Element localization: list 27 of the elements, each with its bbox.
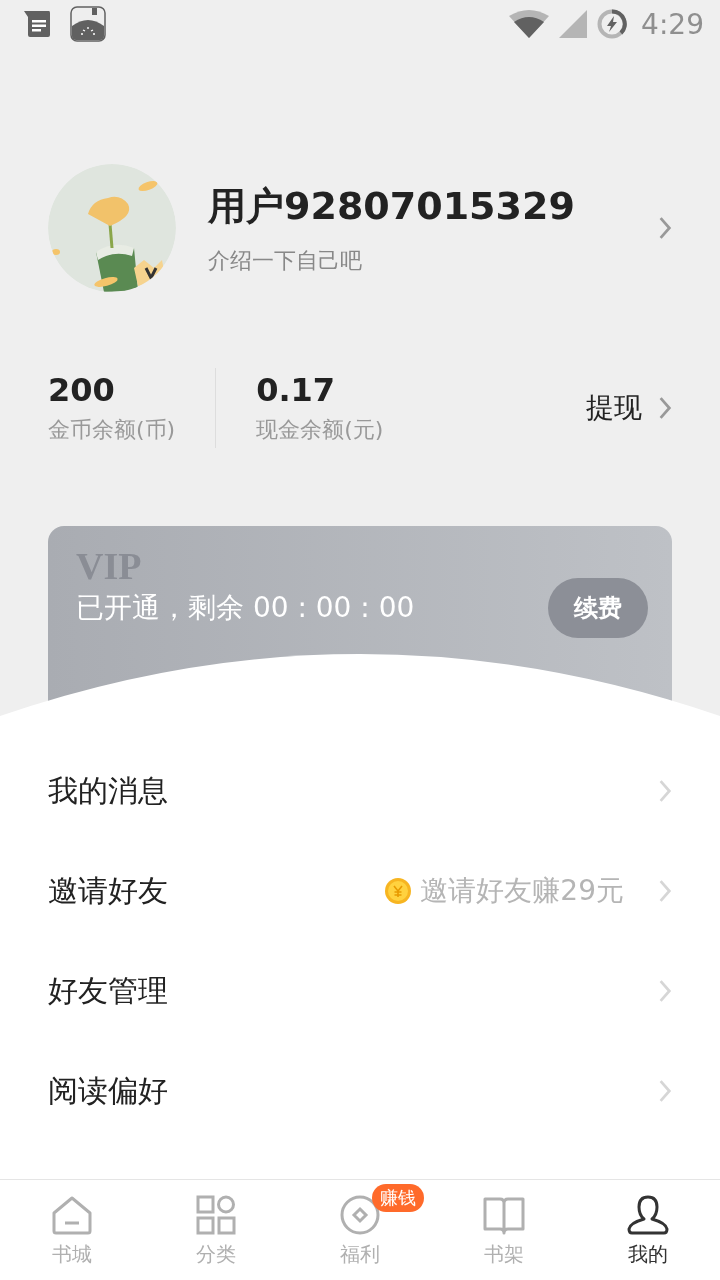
menu-item[interactable]: 阅读偏好	[0, 1041, 720, 1141]
chevron-right-icon	[658, 1079, 672, 1103]
coin-icon	[384, 877, 413, 905]
balance-value: 0.17	[256, 371, 337, 409]
signal-icon	[559, 10, 588, 38]
bio-text: 介绍一下自己吧	[208, 246, 363, 275]
message-icon	[22, 9, 52, 39]
withdraw-link[interactable]: 提现	[586, 389, 642, 427]
chevron-right-icon	[658, 879, 672, 903]
chevron-right-icon	[658, 979, 672, 1003]
clock-time: 4:29	[641, 7, 704, 41]
chevron-right-icon[interactable]	[658, 396, 672, 420]
earn-badge: 赚钱	[372, 1184, 424, 1212]
menu-item[interactable]: 邀请好友 邀请好友赚29元	[0, 841, 720, 941]
chevron-right-icon[interactable]	[658, 216, 672, 240]
balance-label: 现金余额(元)	[256, 416, 384, 444]
chevron-right-icon	[658, 779, 672, 803]
vip-status: 已开通，剩余 00 : 00 : 00	[76, 590, 415, 626]
menu-item[interactable]: 好友管理	[0, 941, 720, 1041]
balance-label: 金币余额(币)	[48, 416, 176, 444]
menu-item[interactable]: 我的消息	[0, 741, 720, 841]
battery-charging-icon	[597, 9, 628, 39]
balance-value: 200	[48, 371, 116, 409]
username: 用户92807015329	[208, 182, 576, 230]
nav-tab[interactable]: 我的	[576, 1180, 720, 1280]
app-icon	[70, 6, 106, 42]
wifi-icon	[509, 10, 550, 38]
